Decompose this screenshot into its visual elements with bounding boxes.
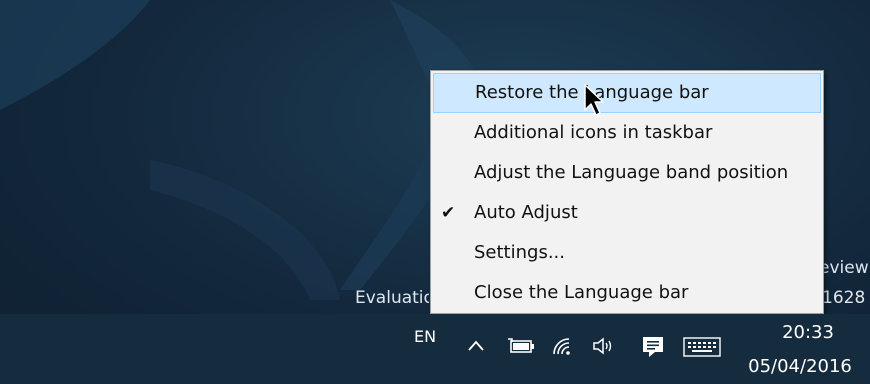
clock-date[interactable]: 05/04/2016 <box>740 356 860 377</box>
keyboard-icon[interactable] <box>683 336 721 358</box>
menu-item-auto-adjust[interactable]: ✔ Auto Adjust <box>431 193 823 233</box>
mouse-cursor-icon <box>584 84 604 116</box>
check-icon: ✔ <box>441 203 456 223</box>
chevron-up-icon[interactable] <box>466 336 486 356</box>
notification-icon[interactable] <box>641 336 665 358</box>
menu-item-label: Settings... <box>474 242 565 263</box>
watermark-build: 1628 <box>822 288 866 308</box>
menu-item-label: Adjust the Language band position <box>474 162 789 183</box>
watermark-preview: eview <box>819 258 869 278</box>
taskbar: EN 20:33 05/04/2016 <box>0 314 870 384</box>
clock-time[interactable]: 20:33 <box>774 322 842 343</box>
menu-item-close-language-bar[interactable]: Close the Language bar <box>431 273 823 313</box>
menu-item-label: Close the Language bar <box>474 282 689 303</box>
menu-item-settings[interactable]: Settings... <box>431 233 823 273</box>
language-indicator[interactable]: EN <box>414 327 436 346</box>
watermark-edition: Evaluation <box>355 288 429 308</box>
language-bar-context-menu: Restore the Language bar Additional icon… <box>430 70 824 314</box>
menu-item-label: Auto Adjust <box>474 202 578 223</box>
menu-item-adjust-band-position[interactable]: Adjust the Language band position <box>431 153 823 193</box>
volume-icon[interactable] <box>591 336 617 356</box>
battery-icon[interactable] <box>506 336 536 356</box>
menu-item-label: Additional icons in taskbar <box>474 122 713 143</box>
menu-item-additional-icons[interactable]: Additional icons in taskbar <box>431 113 823 153</box>
menu-item-restore-language-bar[interactable]: Restore the Language bar <box>433 73 821 113</box>
wifi-icon[interactable] <box>551 336 575 356</box>
